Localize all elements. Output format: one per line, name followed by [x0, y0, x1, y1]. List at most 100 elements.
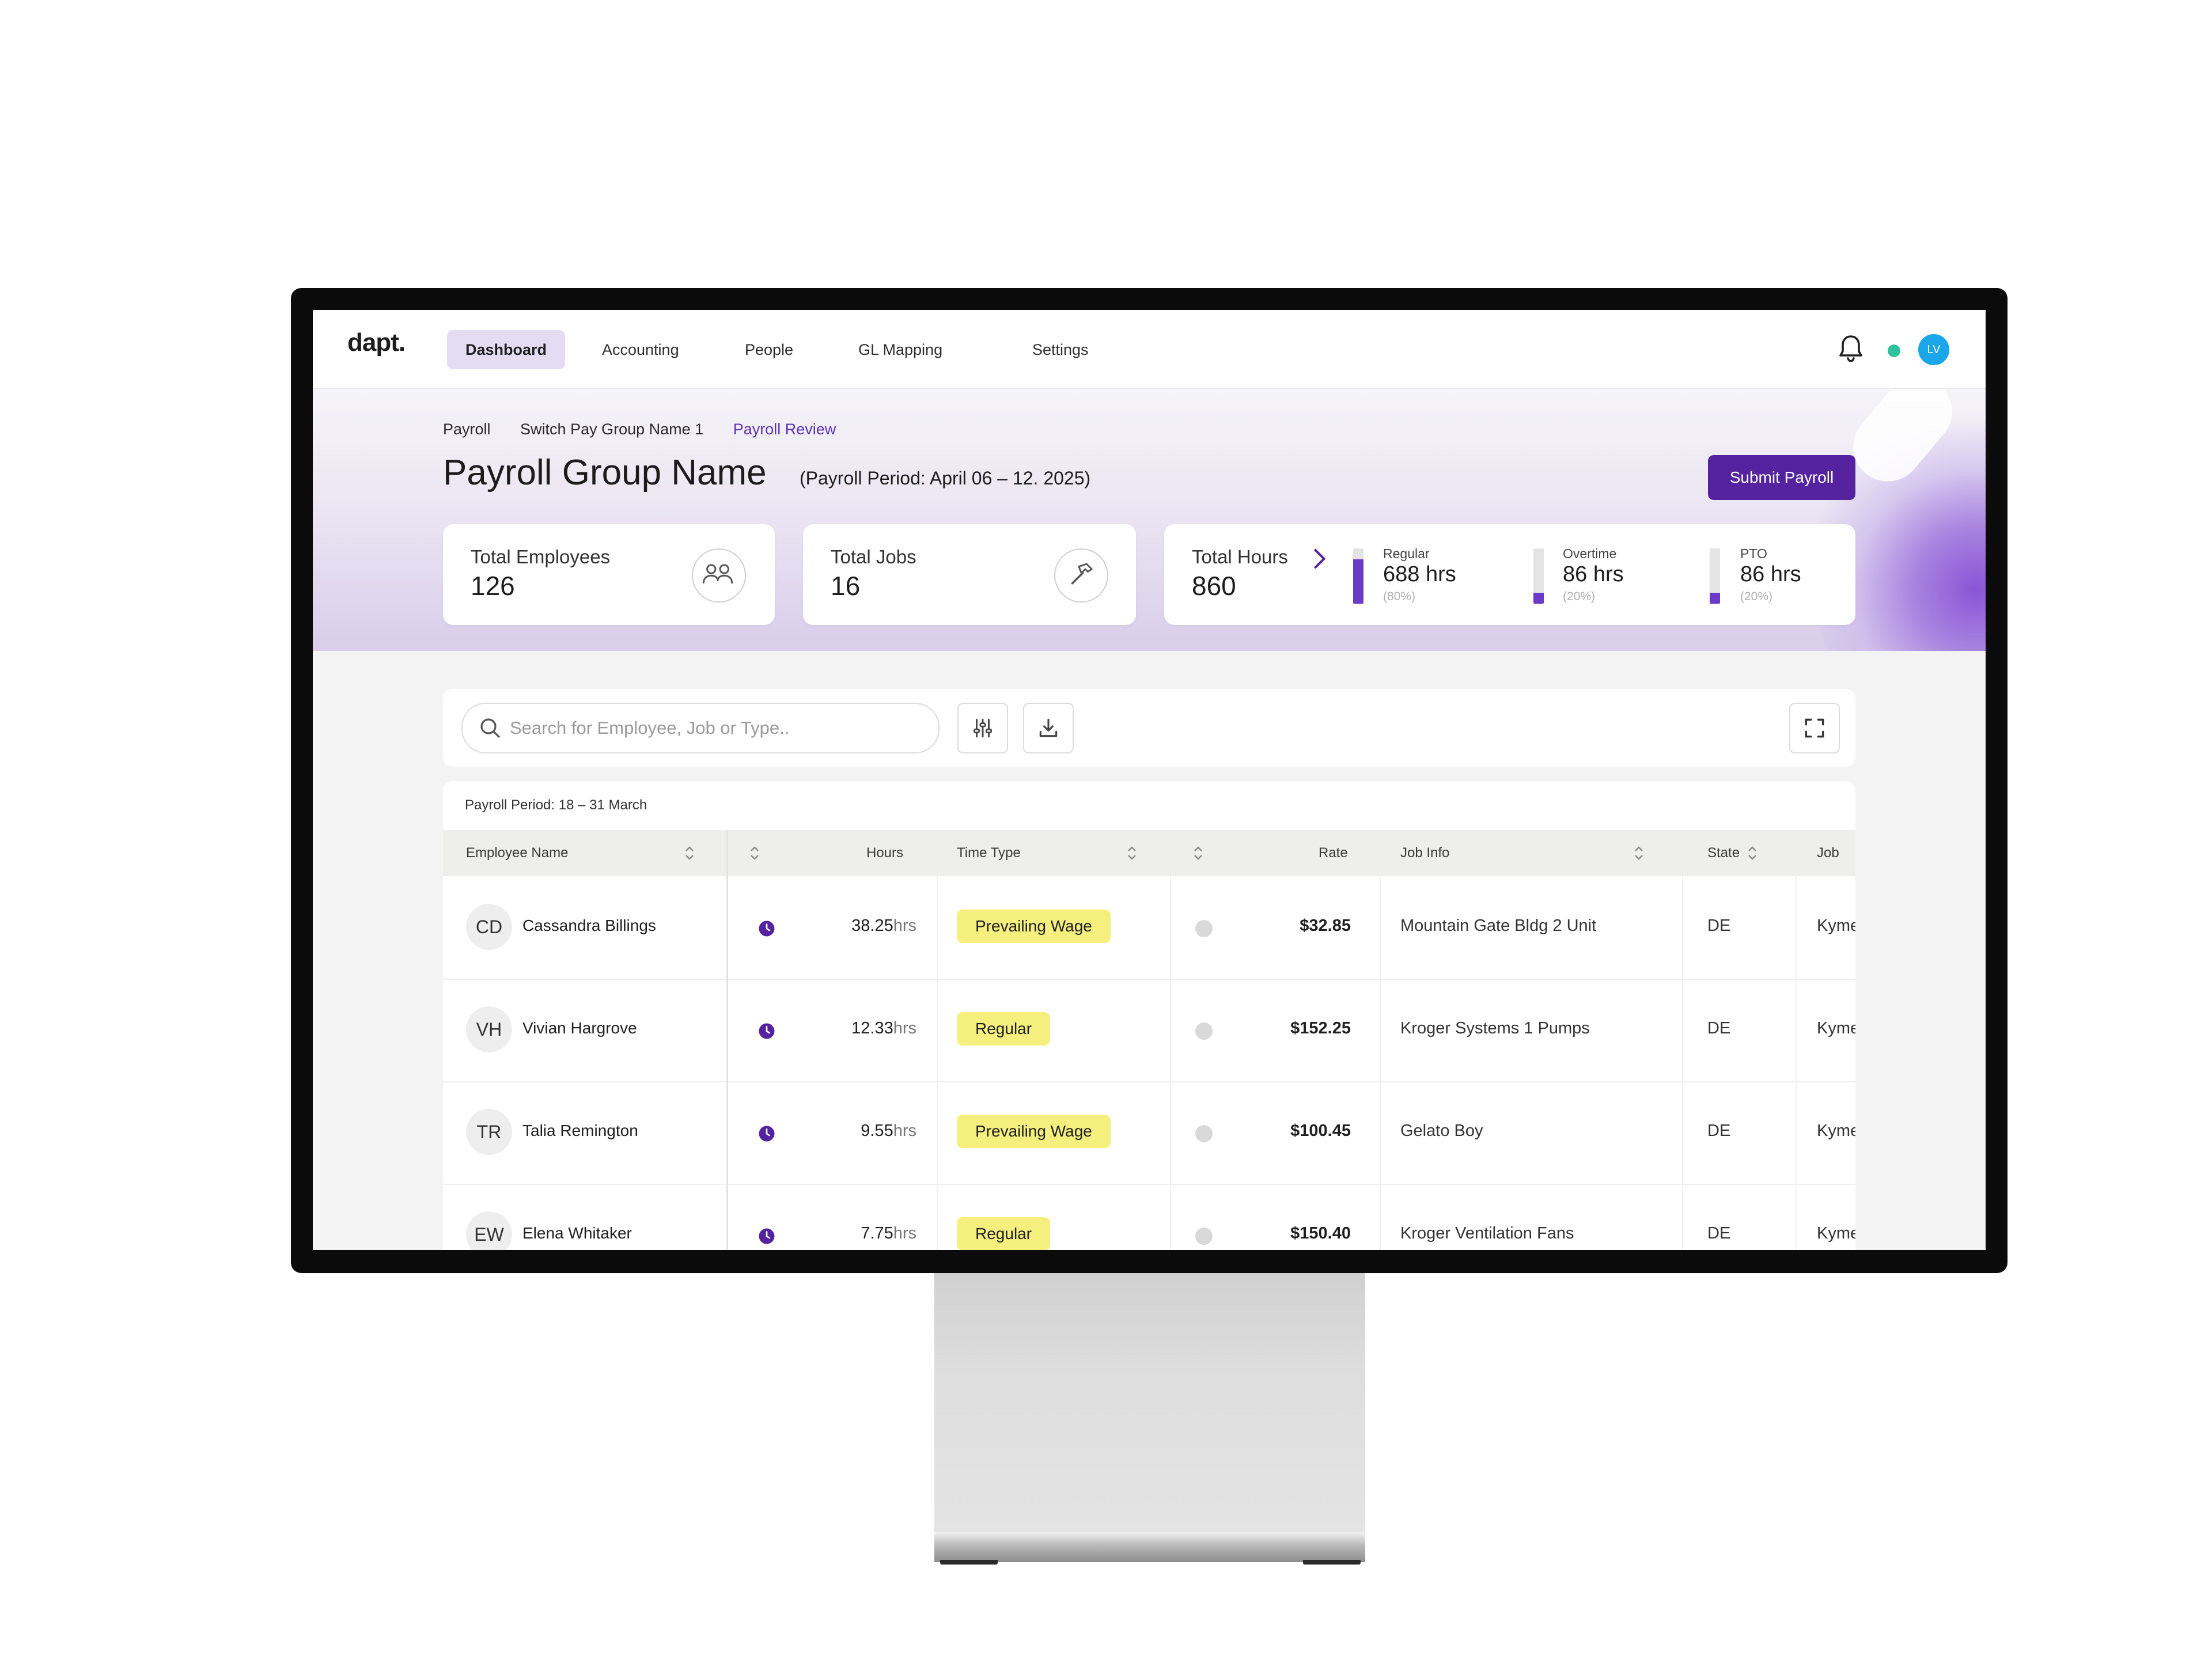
online-status-dot — [1888, 344, 1900, 357]
breadcrumb: Payroll Switch Pay Group Name 1 Payroll … — [443, 421, 861, 438]
stat-label: Total Jobs — [831, 546, 916, 567]
table-toolbar — [443, 689, 1855, 767]
breadcrumb-current: Payroll Review — [733, 421, 836, 438]
clock-icon[interactable] — [758, 1125, 775, 1142]
column-header-state[interactable]: State — [1707, 830, 1740, 876]
nav-tab-settings[interactable]: Settings — [1014, 330, 1107, 369]
people-icon — [692, 548, 746, 603]
stat-label: Total Employees — [471, 546, 611, 567]
column-header-employee[interactable]: Employee Name — [466, 830, 568, 876]
table-payroll-period: Payroll Period: 18 – 31 March — [465, 797, 647, 813]
monitor-foot-left — [940, 1560, 998, 1565]
regular-percent: (80%) — [1383, 590, 1416, 603]
state-value: DE — [1707, 1224, 1731, 1243]
download-icon — [1039, 718, 1058, 737]
employee-name[interactable]: Elena Whitaker — [522, 1224, 632, 1243]
job-info: Mountain Gate Bldg 2 Unit — [1400, 916, 1597, 935]
nav-tab-accounting[interactable]: Accounting — [584, 330, 698, 369]
state-value: DE — [1707, 1122, 1731, 1140]
rate-value: $100.45 — [1290, 1122, 1351, 1140]
table-row[interactable]: EW Elena Whitaker 7.75hrs Regular $150.4… — [443, 1184, 1855, 1250]
monitor-foot-right — [1303, 1560, 1361, 1565]
column-header-rate[interactable]: Rate — [1319, 830, 1348, 876]
state-value: DE — [1707, 916, 1731, 935]
time-type-badge[interactable]: Prevailing Wage — [957, 1115, 1111, 1148]
pto-percent: (20%) — [1740, 590, 1773, 603]
stat-card-hours: Total Hours 860 Regular 688 hrs (80%) Ov… — [1164, 524, 1855, 625]
rate-value: $152.25 — [1290, 1019, 1351, 1037]
search-box — [461, 703, 940, 753]
employee-name[interactable]: Cassandra Billings — [522, 916, 656, 935]
filter-sliders-icon — [973, 718, 993, 738]
hours-value: 38.25hrs — [851, 916, 916, 935]
page-title: Payroll Group Name — [443, 453, 767, 493]
nav-tab-people[interactable]: People — [726, 330, 812, 369]
search-input[interactable] — [509, 711, 926, 745]
breadcrumb-pay-group[interactable]: Switch Pay Group Name 1 — [520, 421, 703, 438]
top-navigation: dapt. Dashboard Accounting People GL Map… — [313, 310, 1986, 389]
sort-icon[interactable] — [1633, 844, 1645, 862]
stat-card-jobs: Total Jobs 16 — [803, 524, 1136, 625]
employee-avatar: VH — [466, 1006, 512, 1052]
stat-value: 126 — [471, 571, 515, 601]
sort-icon[interactable] — [1192, 844, 1204, 862]
expand-icon — [1805, 718, 1824, 738]
payroll-table: Payroll Period: 18 – 31 March Employee N… — [443, 781, 1855, 1250]
expand-button[interactable] — [1789, 703, 1840, 753]
clock-icon[interactable] — [758, 1228, 775, 1245]
info-icon[interactable] — [1195, 1228, 1213, 1245]
overtime-value: 86 hrs — [1563, 562, 1624, 586]
employee-avatar: EW — [466, 1211, 512, 1250]
hammer-icon — [1054, 548, 1108, 603]
pto-hours-bar — [1710, 548, 1720, 604]
info-icon[interactable] — [1195, 1125, 1213, 1142]
filter-button[interactable] — [957, 703, 1008, 753]
time-type-badge[interactable]: Prevailing Wage — [957, 910, 1111, 943]
time-type-badge[interactable]: Regular — [957, 1217, 1051, 1250]
job-info: Kroger Systems 1 Pumps — [1400, 1019, 1590, 1037]
job-value: Kyme — [1817, 1224, 1855, 1243]
rate-value: $32.85 — [1300, 916, 1351, 935]
table-row[interactable]: TR Talia Remington 9.55hrs Prevailing Wa… — [443, 1081, 1855, 1185]
download-button[interactable] — [1023, 703, 1074, 753]
nav-tab-dashboard[interactable]: Dashboard — [447, 330, 566, 369]
column-header-job-info[interactable]: Job Info — [1400, 830, 1449, 876]
column-header-time-type[interactable]: Time Type — [957, 830, 1021, 876]
regular-label: Regular — [1383, 546, 1430, 561]
info-icon[interactable] — [1195, 920, 1213, 937]
employee-avatar: TR — [466, 1109, 512, 1155]
column-divider — [726, 830, 728, 1250]
clock-icon[interactable] — [758, 1022, 775, 1040]
job-info: Gelato Boy — [1400, 1122, 1483, 1140]
submit-payroll-button[interactable]: Submit Payroll — [1708, 455, 1855, 500]
employee-name[interactable]: Vivian Hargrove — [522, 1019, 637, 1037]
column-header-job[interactable]: Job — [1817, 830, 1839, 876]
sort-icon[interactable] — [1747, 844, 1758, 862]
employee-name[interactable]: Talia Remington — [522, 1122, 638, 1140]
column-header-hours[interactable]: Hours — [866, 830, 903, 876]
clock-icon[interactable] — [758, 920, 775, 937]
stat-card-employees: Total Employees 126 — [443, 524, 775, 625]
breadcrumb-payroll[interactable]: Payroll — [443, 421, 491, 438]
table-row[interactable]: CD Cassandra Billings 38.25hrs Prevailin… — [443, 876, 1855, 980]
chevron-right-icon[interactable] — [1311, 547, 1328, 570]
time-type-badge[interactable]: Regular — [957, 1012, 1051, 1046]
bell-icon[interactable] — [1836, 333, 1865, 365]
stat-value: 860 — [1192, 571, 1236, 601]
sort-icon[interactable] — [749, 844, 760, 862]
pto-label: PTO — [1740, 546, 1767, 561]
info-icon[interactable] — [1195, 1022, 1213, 1040]
job-value: Kyme — [1817, 1019, 1855, 1037]
sort-icon[interactable] — [684, 844, 695, 862]
nav-tab-gl-mapping[interactable]: GL Mapping — [840, 330, 961, 369]
rate-value: $150.40 — [1290, 1224, 1351, 1243]
table-row[interactable]: VH Vivian Hargrove 12.33hrs Regular $152… — [443, 979, 1855, 1082]
page-header: Payroll Switch Pay Group Name 1 Payroll … — [313, 389, 1986, 651]
overtime-hours-bar — [1533, 548, 1544, 604]
hours-value: 12.33hrs — [851, 1019, 916, 1037]
user-avatar[interactable]: LV — [1918, 334, 1949, 365]
app-logo[interactable]: dapt. — [347, 328, 406, 357]
overtime-percent: (20%) — [1563, 590, 1596, 603]
sort-icon[interactable] — [1126, 844, 1138, 862]
stat-value: 16 — [831, 571, 861, 601]
